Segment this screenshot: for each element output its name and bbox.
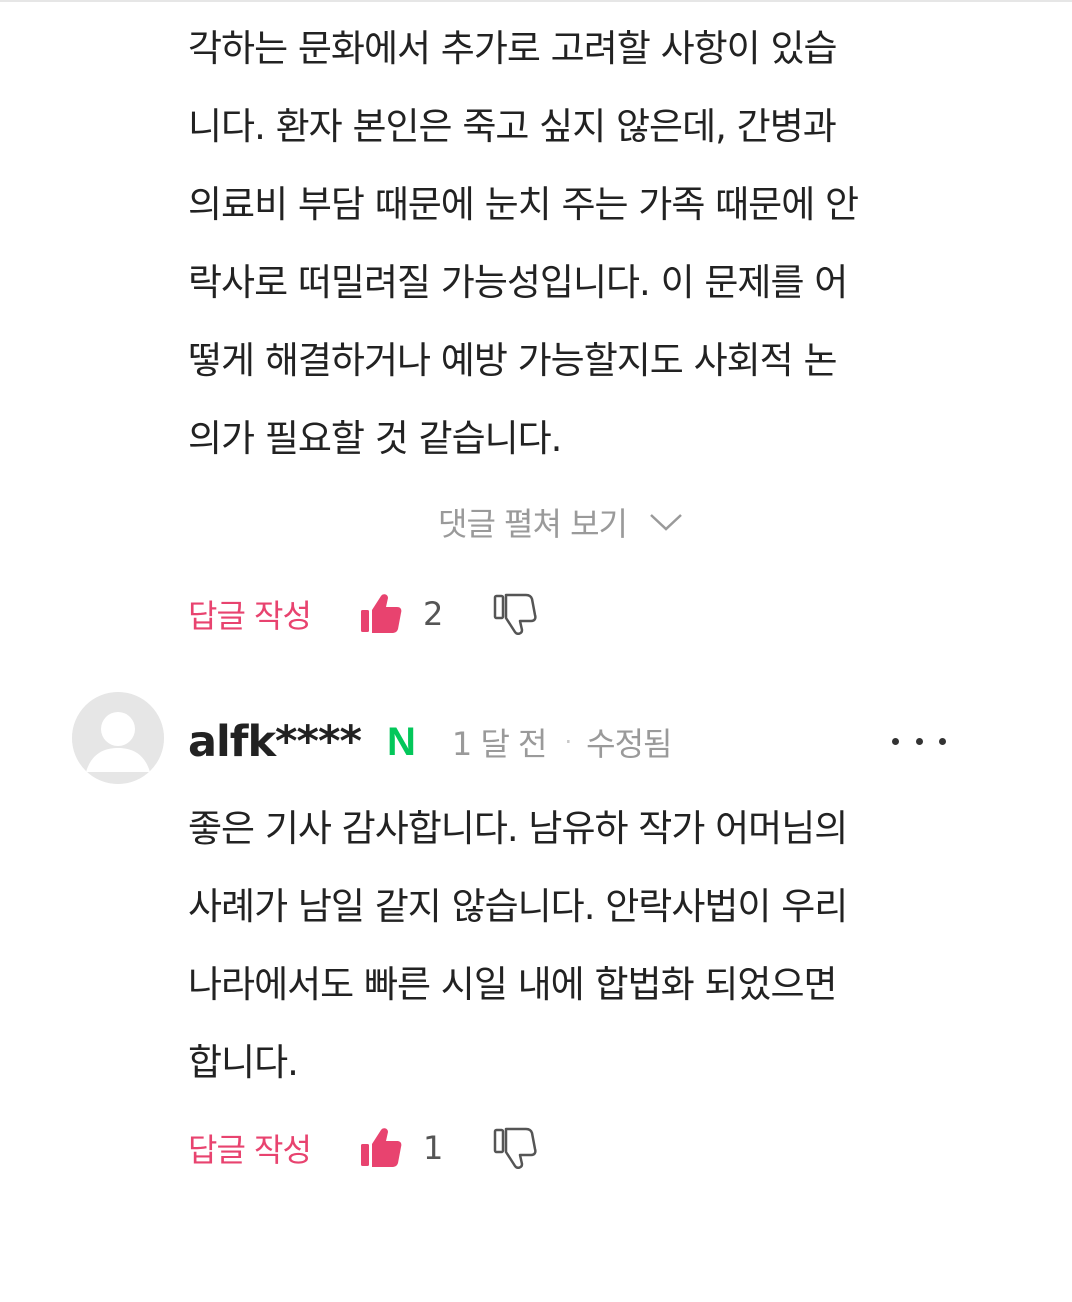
like-count: 2 (422, 595, 444, 633)
comment-line: 나라에서도 빠른 시일 내에 합법화 되었으면 (188, 963, 838, 1006)
comment-line: 의가 필요할 것 같습니다. (188, 417, 562, 460)
thumbs-down-outline-icon (493, 593, 537, 635)
username[interactable]: alfk**** (188, 717, 362, 767)
comment-meta: alfk**** N 1 달 전 · 수정됨 (188, 712, 948, 772)
comment-actions-1: 답글 작성 2 (188, 586, 537, 642)
comment-line: 떻게 해결하거나 예방 가능할지도 사회적 논 (188, 339, 838, 382)
meta-separator: · (564, 728, 573, 756)
more-options-button[interactable] (892, 726, 946, 756)
comment-line: 사례가 남일 같지 않습니다. 안락사법이 우리 (188, 885, 848, 928)
like-count: 1 (422, 1129, 444, 1167)
default-user-avatar (72, 692, 164, 784)
more-horizontal-icon (915, 737, 923, 745)
naver-badge: N (387, 719, 416, 764)
comment-actions-2: 답글 작성 1 (188, 1120, 537, 1176)
more-horizontal-icon (892, 737, 899, 745)
top-divider (0, 0, 1072, 2)
like-button[interactable]: 2 (359, 593, 453, 635)
expand-comment-label: 댓글 펼쳐 보기 (438, 505, 628, 543)
comment-line: 의료비 부담 때문에 눈치 주는 가족 때문에 안 (188, 183, 859, 226)
dislike-button[interactable] (493, 1127, 537, 1169)
edited-label: 수정됨 (586, 725, 672, 763)
more-horizontal-icon (939, 737, 946, 745)
reply-button[interactable]: 답글 작성 (188, 591, 312, 637)
comment-line: 락사로 떠밀려질 가능성입니다. 이 문제를 어 (188, 261, 848, 304)
avatar[interactable] (72, 692, 164, 784)
comment-line: 각하는 문화에서 추가로 고려할 사항이 있습 (188, 27, 838, 70)
comment-body-2: 좋은 기사 감사합니다. 남유하 작가 어머님의 사례가 남일 같지 않습니다.… (188, 790, 948, 1102)
dislike-button[interactable] (493, 593, 537, 635)
comment-line: 니다. 환자 본인은 죽고 싶지 않은데, 간병과 (188, 105, 837, 148)
expand-comment-button[interactable]: 댓글 펼쳐 보기 (438, 496, 683, 548)
reply-button[interactable]: 답글 작성 (188, 1125, 312, 1171)
comment-body-1: 각하는 문화에서 추가로 고려할 사항이 있습 니다. 환자 본인은 죽고 싶지… (188, 10, 948, 478)
comment-list: 각하는 문화에서 추가로 고려할 사항이 있습 니다. 환자 본인은 죽고 싶지… (0, 0, 1072, 1302)
chevron-down-icon (650, 514, 682, 531)
timestamp: 1 달 전 (451, 725, 548, 763)
thumbs-up-filled-icon (360, 594, 402, 633)
thumbs-up-filled-icon (360, 1128, 402, 1167)
comment-line: 합니다. (188, 1041, 299, 1084)
thumbs-down-outline-icon (493, 1127, 537, 1169)
comment-line: 좋은 기사 감사합니다. 남유하 작가 어머님의 (188, 807, 848, 850)
like-button[interactable]: 1 (359, 1127, 453, 1169)
